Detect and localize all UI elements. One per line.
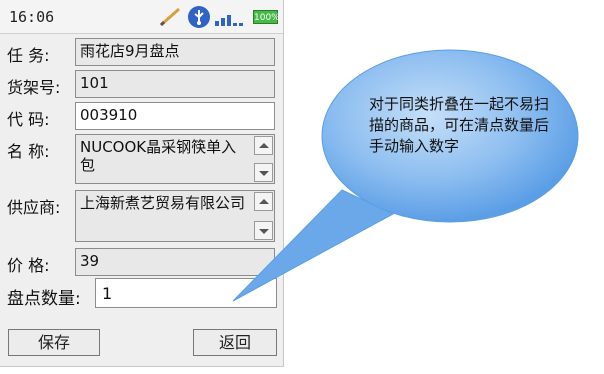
scroll-down-icon[interactable] xyxy=(254,163,273,182)
supplier-scrollbar[interactable] xyxy=(254,192,273,240)
shelf-field: 101 xyxy=(75,70,275,98)
code-label: 代 码: xyxy=(7,110,50,129)
qty-input[interactable]: 1 xyxy=(95,278,277,308)
name-field: NUCOOK晶采钢筷单入包 xyxy=(75,134,275,184)
battery-icon: 100% xyxy=(253,10,280,24)
device-screen: 16:06 100% 任 务: 雨花店9月盘点 货架号: 101 代 码: 00… xyxy=(0,0,284,367)
scroll-up-icon[interactable] xyxy=(254,136,273,155)
code-input[interactable]: 003910 xyxy=(75,102,275,130)
supplier-label: 供应商: xyxy=(7,198,61,217)
name-value: NUCOOK晶采钢筷单入包 xyxy=(80,138,237,174)
shelf-label: 货架号: xyxy=(7,78,61,97)
supplier-field: 上海新煮艺贸易有限公司 xyxy=(75,190,275,242)
price-field: 39 xyxy=(75,248,275,276)
qty-label: 盘点数量: xyxy=(7,289,81,309)
supplier-value: 上海新煮艺贸易有限公司 xyxy=(80,194,246,212)
price-label: 价 格: xyxy=(7,256,50,275)
name-scrollbar[interactable] xyxy=(254,136,273,182)
back-button[interactable]: 返回 xyxy=(193,329,277,356)
callout-text: 对于同类折叠在一起不易扫描的商品，可在清点数量后手动输入数字 xyxy=(369,95,550,155)
status-bar: 16:06 100% xyxy=(0,0,283,34)
task-label: 任 务: xyxy=(7,46,50,65)
usb-icon xyxy=(188,6,210,28)
status-time: 16:06 xyxy=(9,8,55,26)
pencil-icon[interactable] xyxy=(157,6,183,28)
task-field: 雨花店9月盘点 xyxy=(75,38,275,66)
name-label: 名 称: xyxy=(7,142,50,161)
signal-icon xyxy=(215,15,243,26)
save-button[interactable]: 保存 xyxy=(8,329,100,356)
scroll-down-icon[interactable] xyxy=(254,221,273,240)
scroll-up-icon[interactable] xyxy=(254,192,273,211)
